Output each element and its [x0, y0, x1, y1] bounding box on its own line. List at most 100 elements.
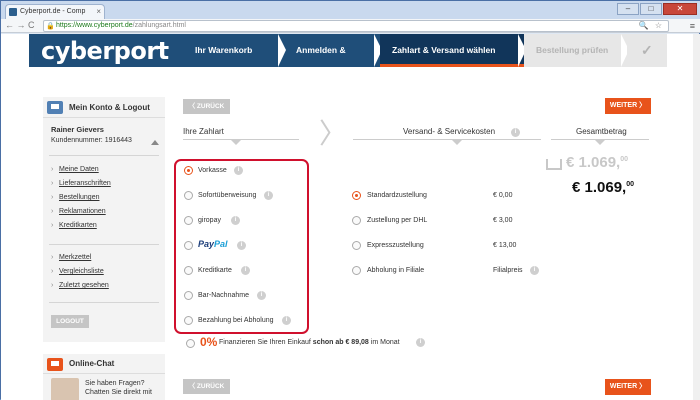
sidebar-header: Mein Konto & Logout [43, 97, 165, 118]
shipping-label-express[interactable]: Expresszustellung [367, 242, 424, 249]
grand-total-value: € 1.069, [572, 179, 627, 196]
customer-number: Kundennummer: 1916443 [51, 137, 132, 144]
sidebar-item-kreditkarten[interactable]: Kreditkarten [51, 222, 97, 229]
payment-label-giropay[interactable]: giropay [198, 217, 221, 224]
payment-radio-giropay[interactable] [184, 216, 193, 225]
sidebar-item-zuletzt-gesehen[interactable]: Zuletzt gesehen [51, 282, 109, 289]
step-login[interactable]: Anmelden & Adresse [284, 34, 382, 88]
total-column-title: Gesamtbetrag [576, 127, 627, 136]
sidebar-item-lieferanschriften[interactable]: Lieferanschriften [51, 180, 111, 187]
chat-title: Online-Chat [69, 359, 115, 368]
paypal-pay: Pay [198, 239, 215, 249]
back-button-bottom[interactable]: 〈 ZURÜCK [183, 379, 230, 394]
menu-icon[interactable]: ≡ [690, 21, 695, 31]
next-button-bottom[interactable]: WEITER 〉 [605, 379, 651, 395]
step-cart-label: Ihr Warenkorb [195, 45, 253, 55]
payment-radio-kreditkarte[interactable] [184, 266, 193, 275]
sidebar-item-reklamationen[interactable]: Reklamationen [51, 208, 106, 215]
info-icon[interactable]: i [257, 291, 266, 300]
logout-button[interactable]: LOGOUT [51, 315, 89, 328]
url-host: https://www.cyberport.de [56, 22, 133, 29]
step-login-label: Anmelden & Adresse [296, 45, 346, 88]
info-icon[interactable]: i [282, 316, 291, 325]
info-icon[interactable]: i [530, 266, 539, 275]
shipping-label-filiale[interactable]: Abholung in Filiale [367, 267, 424, 274]
address-bar-icons[interactable]: 🔍 ☆ [639, 21, 664, 31]
payment-label-kreditkarte[interactable]: Kreditkarte [198, 267, 232, 274]
url-path: /zahlungsart.html [132, 22, 186, 29]
shipping-label-standard[interactable]: Standardzustellung [367, 192, 427, 199]
chat-icon [47, 358, 63, 371]
info-icon[interactable]: i [234, 166, 243, 175]
cyberport-logo[interactable]: cyberport [41, 37, 169, 65]
divider [49, 155, 159, 156]
browser-window: Cyberport.de - Comp × – □ ✕ ← → C 🔒 http… [0, 0, 700, 400]
payment-radio-paypal[interactable] [184, 241, 193, 250]
divider-notch [231, 140, 241, 145]
scrollbar[interactable] [693, 34, 700, 400]
step-review-label: Bestellung prüfen [536, 45, 609, 55]
finance-text-main: Finanzieren Sie Ihren Einkauf [219, 339, 311, 346]
payment-radio-sofort[interactable] [184, 191, 193, 200]
window-controls: – □ ✕ [617, 3, 697, 15]
finance-text: Finanzieren Sie Ihren Einkauf schon ab €… [219, 339, 400, 346]
shipping-label-dhl[interactable]: Zustellung per DHL [367, 217, 427, 224]
user-name: Rainer Gievers [51, 125, 104, 134]
browser-tab[interactable]: Cyberport.de - Comp × [5, 4, 105, 19]
lock-icon: 🔒 [46, 23, 55, 30]
sidebar-item-vergleichsliste[interactable]: Vergleichsliste [51, 268, 104, 275]
grand-total: € 1.069,00 [572, 179, 634, 196]
shipping-price-dhl: € 3,00 [493, 217, 513, 224]
payment-radio-vorkasse[interactable] [184, 166, 193, 175]
info-icon[interactable]: i [241, 266, 250, 275]
payment-radio-abholung[interactable] [184, 316, 193, 325]
step-cart[interactable]: Ihr Warenkorb [183, 34, 286, 67]
shipping-price-filiale: Filialpreis [493, 267, 523, 274]
info-icon[interactable]: i [237, 241, 246, 250]
info-icon[interactable]: i [264, 191, 273, 200]
payment-label-vorkasse[interactable]: Vorkasse [198, 167, 227, 174]
shipping-column-title: Versand- & Servicekosten [403, 127, 496, 136]
payment-radio-nachnahme[interactable] [184, 291, 193, 300]
divider-notch [452, 140, 462, 145]
shipping-radio-express[interactable] [352, 241, 361, 250]
step-payment-label: Zahlart & Versand wählen [392, 45, 496, 55]
paypal-logo[interactable]: PayPal [198, 239, 228, 249]
minimize-button[interactable]: – [617, 3, 639, 15]
step-done-check-icon: ✓ [627, 34, 667, 67]
previous-total-value: € 1.069, [566, 154, 621, 171]
shipping-radio-filiale[interactable] [352, 266, 361, 275]
sidebar-title: Mein Konto & Logout [69, 103, 150, 112]
shipping-radio-dhl[interactable] [352, 216, 361, 225]
title-bar: Cyberport.de - Comp × – □ ✕ [1, 1, 700, 19]
info-icon[interactable]: i [511, 128, 520, 137]
previous-total-cents: 00 [620, 156, 629, 163]
payment-label-nachnahme[interactable]: Bar-Nachnahme [198, 292, 249, 299]
finance-text-suffix: im Monat [370, 339, 400, 346]
back-button[interactable]: 〈 ZURÜCK [183, 99, 230, 114]
shipping-price-standard: € 0,00 [493, 192, 513, 199]
paypal-pal: Pal [214, 239, 228, 249]
chat-text[interactable]: Sie haben Fragen? Chatten Sie direkt mit [85, 379, 152, 397]
close-window-button[interactable]: ✕ [663, 3, 697, 15]
payment-label-abholung[interactable]: Bezahlung bei Abholung [198, 317, 274, 324]
tab-close-icon[interactable]: × [96, 5, 101, 18]
shipping-radio-standard[interactable] [352, 191, 361, 200]
maximize-button[interactable]: □ [640, 3, 662, 15]
collapse-icon[interactable] [151, 140, 159, 145]
address-bar[interactable]: 🔒 https://www.cyberport.de/zahlungsart.h… [43, 20, 669, 32]
sidebar-item-bestellungen[interactable]: Bestellungen [51, 194, 100, 201]
next-button[interactable]: WEITER 〉 [605, 98, 651, 114]
info-icon[interactable]: i [231, 216, 240, 225]
sidebar-item-merkzettel[interactable]: Merkzettel [51, 254, 91, 261]
chat-line-1: Sie haben Fragen? [85, 380, 145, 387]
divider [49, 244, 159, 245]
payment-label-sofort[interactable]: Sofortüberweisung [198, 192, 256, 199]
account-sidebar: Mein Konto & Logout Rainer Gievers Kunde… [43, 97, 165, 342]
finance-radio[interactable] [186, 339, 195, 348]
sidebar-item-meine-daten[interactable]: Meine Daten [51, 166, 99, 173]
previous-total: € 1.069,00 [566, 154, 628, 171]
payment-column-title: Ihre Zahlart [183, 127, 224, 136]
info-icon[interactable]: i [416, 338, 425, 347]
nav-buttons-icon[interactable]: ← → C [5, 20, 35, 31]
